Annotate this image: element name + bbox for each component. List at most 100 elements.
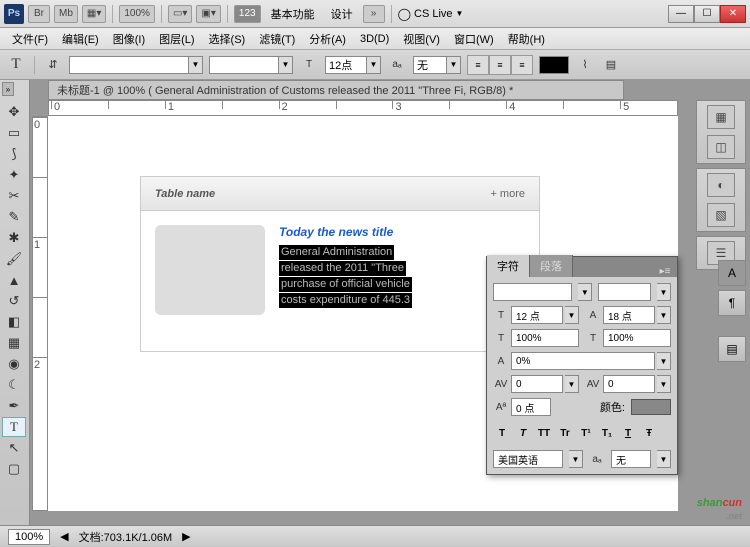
- superscript-button[interactable]: T¹: [577, 425, 595, 441]
- minimize-button[interactable]: —: [668, 5, 694, 23]
- dropdown-icon[interactable]: ▼: [657, 375, 671, 393]
- card-more-link[interactable]: + more: [490, 188, 525, 200]
- move-tool[interactable]: ✥: [2, 102, 26, 122]
- maximize-button[interactable]: ☐: [694, 5, 720, 23]
- antialias-dropdown-icon[interactable]: ▼: [447, 56, 461, 74]
- faux-bold-button[interactable]: T: [493, 425, 511, 441]
- shape-tool[interactable]: ▢: [2, 459, 26, 479]
- align-left-button[interactable]: ≡: [467, 55, 489, 75]
- menu-analyze[interactable]: 分析(A): [303, 29, 352, 49]
- pen-tool[interactable]: ✒: [2, 396, 26, 416]
- type-tool[interactable]: T: [2, 417, 26, 437]
- char-color-swatch[interactable]: [631, 399, 671, 415]
- strike-button[interactable]: Ŧ: [640, 425, 658, 441]
- menu-layer[interactable]: 图层(L): [153, 29, 200, 49]
- menu-window[interactable]: 窗口(W): [448, 29, 500, 49]
- view-extras-button[interactable]: ▦▾: [82, 5, 106, 23]
- character-dock-icon[interactable]: A: [718, 260, 746, 286]
- char-baseline[interactable]: 0 点: [511, 398, 551, 416]
- minibridge-button[interactable]: Mb: [54, 5, 78, 23]
- font-style-dropdown-icon[interactable]: ▼: [279, 56, 293, 74]
- color-panel-icon[interactable]: ▦: [707, 105, 735, 129]
- menu-view[interactable]: 视图(V): [397, 29, 446, 49]
- allcaps-button[interactable]: TT: [535, 425, 553, 441]
- document-tab[interactable]: 未标题-1 @ 100% ( General Administration of…: [48, 80, 624, 100]
- marquee-tool[interactable]: ▭: [2, 123, 26, 143]
- font-family-select[interactable]: [69, 56, 189, 74]
- align-right-button[interactable]: ≡: [511, 55, 533, 75]
- wand-tool[interactable]: ✦: [2, 165, 26, 185]
- align-center-button[interactable]: ≡: [489, 55, 511, 75]
- char-hscale[interactable]: 100%: [603, 329, 671, 347]
- blur-tool[interactable]: ◉: [2, 354, 26, 374]
- smallcaps-button[interactable]: Tr: [556, 425, 574, 441]
- char-kerning2[interactable]: 0: [603, 375, 655, 393]
- menu-file[interactable]: 文件(F): [6, 29, 54, 49]
- workspace-design[interactable]: 设计: [325, 4, 359, 24]
- menu-help[interactable]: 帮助(H): [502, 29, 551, 49]
- char-language[interactable]: 美国英语: [493, 450, 563, 468]
- underline-button[interactable]: T: [619, 425, 637, 441]
- font-family-field[interactable]: [493, 283, 572, 301]
- char-font-size[interactable]: 12 点: [511, 306, 563, 324]
- font-style-field[interactable]: [598, 283, 651, 301]
- scroll-left-icon[interactable]: ◀: [60, 530, 68, 543]
- faux-italic-button[interactable]: T: [514, 425, 532, 441]
- char-aa[interactable]: 无: [611, 450, 651, 468]
- char-panel-toggle-button[interactable]: ▤: [601, 55, 621, 75]
- font-size-dropdown-icon[interactable]: ▼: [367, 56, 381, 74]
- char-vscale[interactable]: 100%: [511, 329, 579, 347]
- zoom-level-button[interactable]: 100%: [119, 5, 155, 23]
- font-family-dropdown-icon[interactable]: ▼: [189, 56, 203, 74]
- eyedropper-tool[interactable]: ✎: [2, 207, 26, 227]
- cslive-button[interactable]: ◯CS Live▼: [398, 7, 464, 21]
- char-tracking[interactable]: 0%: [511, 352, 655, 370]
- dropdown-icon[interactable]: ▼: [565, 306, 579, 324]
- gradient-tool[interactable]: ▦: [2, 333, 26, 353]
- antialias-select[interactable]: 无: [413, 56, 447, 74]
- eraser-tool[interactable]: ◧: [2, 312, 26, 332]
- panel-menu-icon[interactable]: ▸≡: [653, 266, 677, 277]
- menu-select[interactable]: 选择(S): [203, 29, 252, 49]
- dropdown-icon[interactable]: ▼: [565, 375, 579, 393]
- lasso-tool[interactable]: ⟆: [2, 144, 26, 164]
- screen-mode-button[interactable]: ▣▾: [196, 5, 220, 23]
- swatches-panel-icon[interactable]: ◫: [707, 135, 735, 159]
- subscript-button[interactable]: T₁: [598, 425, 616, 441]
- dropdown-icon[interactable]: ▼: [657, 283, 671, 301]
- workspace-more-button[interactable]: »: [363, 5, 385, 23]
- dropdown-icon[interactable]: ▼: [657, 352, 671, 370]
- btn-123[interactable]: 123: [234, 5, 261, 23]
- crop-tool[interactable]: ✂: [2, 186, 26, 206]
- char-leading[interactable]: 18 点: [603, 306, 655, 324]
- stamp-tool[interactable]: ▲: [2, 270, 26, 290]
- orientation-toggle-icon[interactable]: ⇵: [43, 55, 63, 75]
- workspace-basic[interactable]: 基本功能: [265, 4, 321, 24]
- adjust-panel-icon[interactable]: ◐: [707, 173, 735, 197]
- dropdown-icon[interactable]: ▼: [569, 450, 583, 468]
- dropdown-icon[interactable]: ▼: [657, 450, 671, 468]
- warp-text-button[interactable]: ⌇: [575, 55, 595, 75]
- brush-tool[interactable]: 🖌: [2, 249, 26, 269]
- menu-image[interactable]: 图像(I): [107, 29, 151, 49]
- heal-tool[interactable]: ✱: [2, 228, 26, 248]
- bridge-button[interactable]: Br: [28, 5, 50, 23]
- font-size-input[interactable]: 12点: [325, 56, 367, 74]
- status-zoom[interactable]: 100%: [8, 529, 50, 545]
- dodge-tool[interactable]: ☾: [2, 375, 26, 395]
- close-button[interactable]: ✕: [720, 5, 746, 23]
- text-color-swatch[interactable]: [539, 56, 569, 74]
- paragraph-dock-icon[interactable]: ¶: [718, 290, 746, 316]
- menu-3d[interactable]: 3D(D): [354, 31, 395, 47]
- char-kerning[interactable]: 0: [511, 375, 563, 393]
- styles-dock-icon[interactable]: ▤: [718, 336, 746, 362]
- tab-paragraph[interactable]: 段落: [530, 255, 573, 277]
- status-menu-icon[interactable]: ▶: [182, 530, 190, 543]
- font-style-select[interactable]: [209, 56, 279, 74]
- masks-panel-icon[interactable]: ▧: [707, 203, 735, 227]
- tab-character[interactable]: 字符: [487, 255, 530, 277]
- arrange-button[interactable]: ▭▾: [168, 5, 192, 23]
- dropdown-icon[interactable]: ▼: [578, 283, 592, 301]
- menu-edit[interactable]: 编辑(E): [56, 29, 105, 49]
- toolbox-collapse-icon[interactable]: »: [2, 82, 14, 96]
